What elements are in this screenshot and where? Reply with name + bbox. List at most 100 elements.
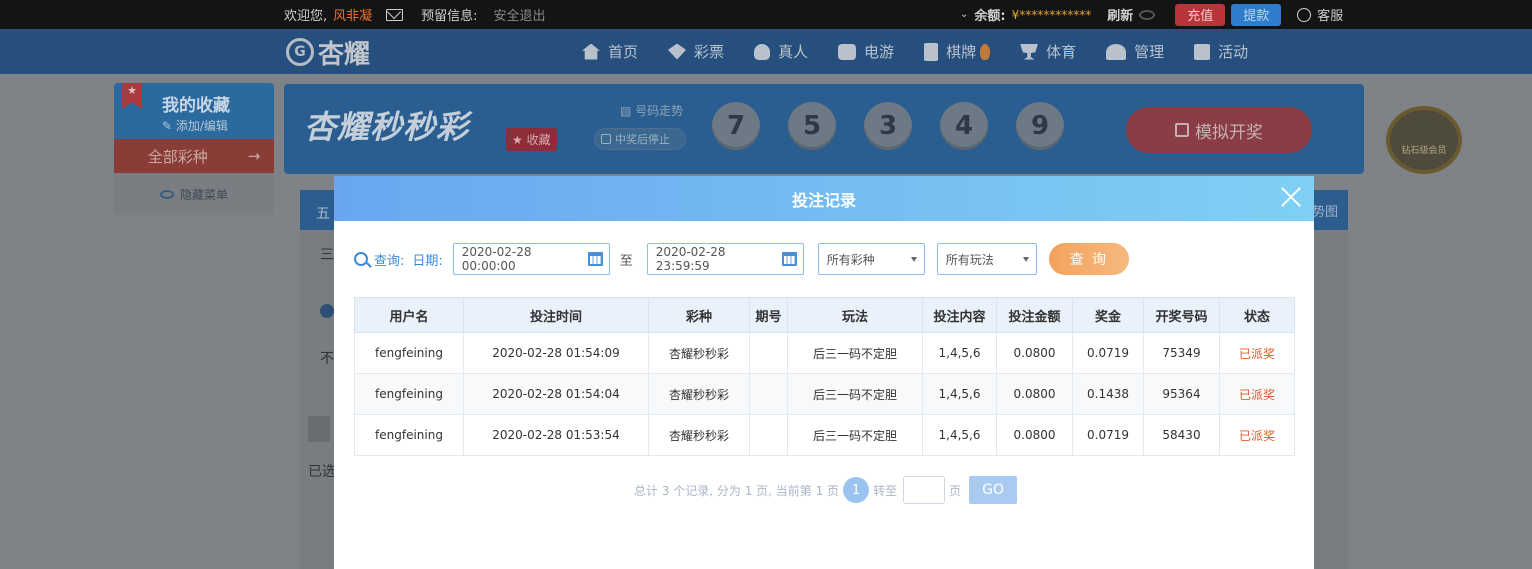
go-button[interactable]: GO [969,476,1018,504]
top-bar: 欢迎您, 风非凝 预留信息: 安全退出 ⌄ 余额: ¥************ … [0,0,1532,29]
favorite-tag-button[interactable]: ★ 收藏 [506,128,557,151]
play-select[interactable]: 所有玩法 [936,243,1037,275]
table-row[interactable]: fengfeining 2020-02-28 01:54:04 杏耀秒秒彩 后三… [354,373,1295,415]
cell-play: 后三一码不定胆 [787,373,923,415]
date-to-input[interactable]: 2020-02-28 23:59:59 [646,243,804,275]
eye-icon[interactable] [1139,9,1156,20]
pager-summary: 总计 3 个记录, 分为 1 页, 当前第 1 页 [634,483,840,498]
bg-row-text: 已选 [308,464,336,480]
table-header-row: 用户名 投注时间 彩种 期号 玩法 投注内容 投注金额 奖金 开奖号码 状态 [354,297,1295,333]
nav-item-slots[interactable]: 电游 [838,41,894,62]
simulate-draw-button[interactable]: 模拟开奖 [1126,107,1312,153]
calendar-icon[interactable] [587,252,603,266]
stop-on-win-checkbox[interactable]: 中奖后停止 [594,128,686,150]
page-unit-label: 页 [949,483,962,498]
column-header: 状态 [1219,297,1295,333]
page-number-input[interactable] [903,476,946,504]
nav-label: 管理 [1134,43,1165,61]
username-link[interactable]: 风非凝 [333,5,372,24]
welcome-text: 欢迎您, [284,9,328,24]
cell-draw: 95364 [1143,373,1220,415]
service-link[interactable]: 客服 [1317,5,1343,24]
chevron-down-icon[interactable]: ⌄ [960,9,968,20]
favorites-edit-label: 添加/编辑 [175,119,228,133]
column-header: 期号 [749,297,788,333]
favorites-edit-link[interactable]: ✎ 添加/编辑 [162,117,228,134]
nav-item-cards[interactable]: 棋牌 [924,41,991,62]
bg-row-text: 三 [320,247,334,263]
reserved-info-label: 预留信息: [421,9,478,24]
calendar-icon[interactable] [781,252,797,266]
trend-link[interactable]: ▧ 号码走势 [620,102,683,119]
cell-issue [749,373,788,415]
bet-records-modal: 投注记录 查询: 日期: 2020-02-28 00:00:00 至 2020-… [334,176,1314,569]
chat-icon[interactable] [1297,7,1312,22]
query-button[interactable]: 查 询 [1048,243,1129,275]
cell-play: 后三一码不定胆 [787,414,923,456]
vip-badge: 钻石级会员 [1386,106,1462,174]
cell-user: fengfeining [354,373,464,415]
caret-down-icon [1022,256,1029,262]
table-row[interactable]: fengfeining 2020-02-28 01:54:09 杏耀秒秒彩 后三… [354,332,1295,374]
cell-issue [749,332,788,374]
game-title: 杏耀秒秒彩 [304,108,470,146]
stop-on-win-label: 中奖后停止 [615,133,670,146]
column-header: 开奖号码 [1143,297,1220,333]
all-games-button[interactable]: 全部彩种 → [114,139,274,173]
site-logo[interactable]: G 杏耀 [286,35,371,70]
nav-item-lottery[interactable]: 彩票 [668,41,724,62]
hide-menu-button[interactable]: 隐藏菜单 [114,173,274,215]
cell-status: 已派奖 [1219,332,1295,374]
nav-item-sports[interactable]: 体育 [1020,41,1076,62]
main-nav-bar: G 杏耀 首页 彩票 真人 电游 棋牌 体育 管理 活动 [0,29,1532,74]
home-icon [582,43,600,60]
goto-label: 转至 [873,483,898,498]
mail-icon[interactable] [386,8,404,21]
refresh-link[interactable]: 刷新 [1107,5,1133,24]
simulate-icon [1175,123,1189,137]
cell-content: 1,4,5,6 [922,332,997,374]
search-icon [354,252,368,266]
nav-item-home[interactable]: 首页 [582,41,638,62]
modal-header: 投注记录 [334,176,1314,221]
cell-time: 2020-02-28 01:54:09 [463,332,649,374]
balance-label: 余额: [974,9,1006,24]
close-icon[interactable] [1280,186,1302,208]
bg-tab-text: 五 [316,206,330,222]
cell-time: 2020-02-28 01:54:04 [463,373,649,415]
recharge-button[interactable]: 充值 [1175,3,1226,26]
cell-bonus: 0.0719 [1072,332,1144,374]
simulate-label: 模拟开奖 [1195,122,1263,143]
cell-amount: 0.0800 [996,332,1073,374]
lottery-select[interactable]: 所有彩种 [817,243,925,275]
cell-time: 2020-02-28 01:53:54 [463,414,649,456]
draw-ball: 4 [940,102,988,150]
nav-label: 棋牌 [946,43,977,61]
column-header: 彩种 [648,297,750,333]
caret-down-icon [910,256,917,262]
logo-text: 杏耀 [318,39,371,70]
slot-game-icon [838,43,857,60]
game-banner: 杏耀秒秒彩 ★ 收藏 ▧ 号码走势 中奖后停止 7 5 3 4 9 模拟开奖 [284,84,1364,174]
date-from-input[interactable]: 2020-02-28 00:00:00 [452,243,610,275]
bg-row-text: 不 [320,351,334,367]
checkbox-icon [601,134,611,144]
column-header: 玩法 [787,297,923,333]
column-header: 奖金 [1072,297,1144,333]
play-select-value: 所有玩法 [945,252,994,267]
cards-icon [924,42,939,61]
cell-bonus: 0.1438 [1072,373,1144,415]
cell-play: 后三一码不定胆 [787,332,923,374]
nav-item-live[interactable]: 真人 [754,41,808,62]
cell-lottery: 杏耀秒秒彩 [648,414,750,456]
table-row[interactable]: fengfeining 2020-02-28 01:53:54 杏耀秒秒彩 后三… [354,414,1295,456]
live-dealer-icon [754,43,771,60]
nav-item-manage[interactable]: 管理 [1106,41,1164,62]
current-page-button[interactable]: 1 [843,477,870,503]
balance-value: ¥************ [1011,7,1092,22]
logout-link[interactable]: 安全退出 [494,5,546,24]
nav-item-events[interactable]: 活动 [1194,41,1248,62]
cell-content: 1,4,5,6 [922,414,997,456]
withdraw-button[interactable]: 提款 [1231,3,1282,26]
cell-user: fengfeining [354,332,464,374]
